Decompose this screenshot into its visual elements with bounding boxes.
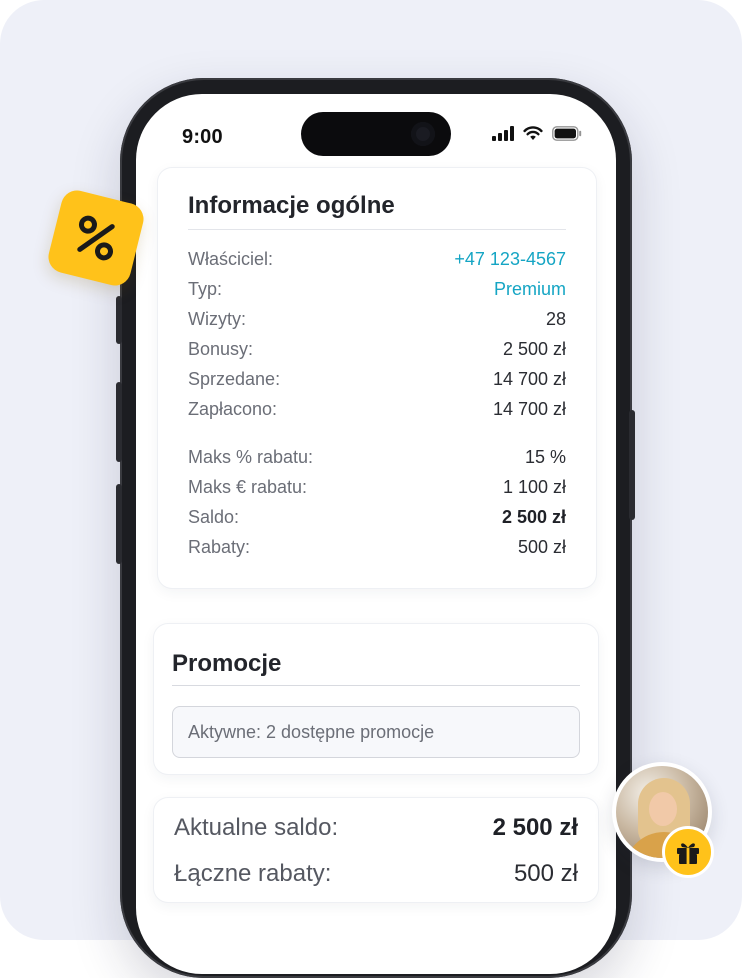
info-label: Maks € rabatu: [188, 476, 308, 497]
info-row-discounts: Rabaty: 500 zł [188, 532, 566, 562]
info-row-owner: Właściciel: +47 123-4567 [188, 244, 566, 274]
wifi-icon [523, 126, 543, 140]
percent-icon [77, 215, 115, 261]
divider [172, 685, 580, 686]
info-value: 1 100 zł [502, 476, 566, 497]
info-row-bonuses: Bonusy: 2 500 zł [188, 334, 566, 364]
gift-badge [662, 826, 714, 878]
info-value: 2 500 zł [502, 338, 566, 359]
general-info-card: Informacje ogólne Właściciel: +47 123-45… [158, 168, 596, 588]
phone-volume-up-button [116, 382, 122, 462]
info-row-max-percent-discount: Maks % rabatu: 15 % [188, 442, 566, 472]
info-row-visits: Wizyty: 28 [188, 304, 566, 334]
promotions-card: Promocje Aktywne: 2 dostępne promocje [154, 624, 598, 774]
info-row-balance: Saldo: 2 500 zł [188, 502, 566, 532]
info-label: Wizyty: [188, 308, 246, 329]
divider [188, 229, 566, 230]
battery-icon [552, 126, 582, 141]
status-icons [492, 126, 582, 141]
info-value: 15 % [524, 446, 566, 467]
card-title: Promocje [172, 650, 282, 677]
info-label: Rabaty: [188, 536, 251, 557]
owner-phone-link[interactable]: +47 123-4567 [454, 249, 566, 270]
info-value: 14 700 zł [492, 398, 566, 419]
type-premium-link[interactable]: Premium [494, 279, 566, 300]
info-value: 500 zł [517, 536, 566, 557]
info-rows: Właściciel: +47 123-4567 Typ: Premium Wi… [188, 244, 566, 424]
dynamic-island [301, 112, 451, 156]
info-label: Maks % rabatu: [188, 446, 314, 467]
info-value: 28 [545, 308, 566, 329]
summary-row-balance: Aktualne saldo: 2 500 zł [174, 814, 578, 842]
phone-side-button [116, 296, 122, 344]
info-row-type: Typ: Premium [188, 274, 566, 304]
info-label: Właściciel: [188, 248, 274, 269]
phone-screen: 9:00 Informacje ogólne Właściciel: +47 1… [136, 94, 616, 974]
gift-icon [677, 843, 699, 864]
discount-rows: Maks % rabatu: 15 % Maks € rabatu: 1 100… [188, 442, 566, 562]
camera-icon [411, 122, 435, 146]
summary-card: Aktualne saldo: 2 500 zł Łączne rabaty: … [154, 798, 598, 902]
status-time: 9:00 [182, 126, 223, 148]
summary-label: Aktualne saldo: [174, 814, 339, 841]
summary-value: 500 zł [513, 860, 578, 887]
card-title: Informacje ogólne [188, 192, 395, 219]
summary-label: Łączne rabaty: [174, 860, 332, 887]
info-label: Sprzedane: [188, 368, 281, 389]
info-label: Bonusy: [188, 338, 254, 359]
signal-icon [492, 126, 514, 141]
info-label: Zapłacono: [188, 398, 278, 419]
summary-value: 2 500 zł [492, 814, 578, 841]
active-promotions-select[interactable]: Aktywne: 2 dostępne promocje [172, 706, 580, 758]
summary-row-discounts: Łączne rabaty: 500 zł [174, 860, 578, 888]
phone-power-button [629, 410, 635, 520]
info-row-max-euro-discount: Maks € rabatu: 1 100 zł [188, 472, 566, 502]
info-label: Typ: [188, 278, 223, 299]
phone-volume-down-button [116, 484, 122, 564]
info-label: Saldo: [188, 506, 240, 527]
info-row-sold: Sprzedane: 14 700 zł [188, 364, 566, 394]
info-value: 14 700 zł [492, 368, 566, 389]
info-row-paid: Zapłacono: 14 700 zł [188, 394, 566, 424]
info-value: 2 500 zł [501, 506, 566, 527]
